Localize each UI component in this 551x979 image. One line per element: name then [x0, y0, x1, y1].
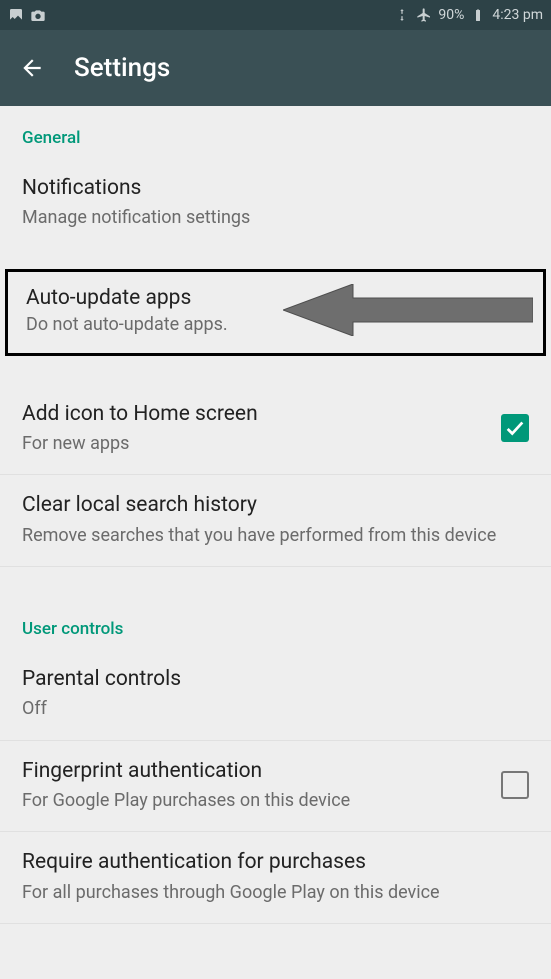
app-bar: Settings: [0, 30, 551, 106]
camera-icon: [30, 7, 46, 23]
row-title: Add icon to Home screen: [22, 400, 487, 428]
row-subtitle: For new apps: [22, 432, 487, 456]
row-subtitle: Manage notification settings: [22, 206, 529, 230]
status-bar: 90% 4:23 pm: [0, 0, 551, 30]
row-auto-update-apps[interactable]: Auto-update apps Do not auto-update apps…: [5, 269, 546, 356]
clock-time: 4:23 pm: [492, 7, 543, 23]
airplane-icon: [416, 7, 432, 23]
image-icon: [8, 7, 24, 23]
row-subtitle: For all purchases through Google Play on…: [22, 881, 529, 905]
row-add-icon-home-screen[interactable]: Add icon to Home screen For new apps: [0, 384, 551, 476]
row-parental-controls[interactable]: Parental controls Off: [0, 649, 551, 741]
row-subtitle: For Google Play purchases on this device: [22, 789, 487, 813]
row-title: Clear local search history: [22, 491, 529, 519]
battery-icon: [470, 7, 486, 23]
checkbox-add-icon[interactable]: [501, 414, 529, 442]
row-title: Parental controls: [22, 665, 529, 693]
row-fingerprint-authentication[interactable]: Fingerprint authentication For Google Pl…: [0, 741, 551, 833]
row-notifications[interactable]: Notifications Manage notification settin…: [0, 158, 551, 249]
checkbox-fingerprint[interactable]: [501, 771, 529, 799]
back-button[interactable]: [18, 54, 46, 82]
page-title: Settings: [74, 53, 170, 83]
settings-content: General Notifications Manage notificatio…: [0, 106, 551, 924]
row-subtitle: Remove searches that you have performed …: [22, 524, 529, 548]
row-clear-local-search-history[interactable]: Clear local search history Remove search…: [0, 475, 551, 567]
row-require-authentication[interactable]: Require authentication for purchases For…: [0, 832, 551, 924]
row-title: Require authentication for purchases: [22, 848, 529, 876]
row-subtitle: Off: [22, 697, 529, 721]
battery-percent: 90%: [438, 7, 464, 23]
section-header-general: General: [0, 106, 551, 158]
sync-icon: [394, 7, 410, 23]
row-title: Fingerprint authentication: [22, 757, 487, 785]
row-title: Notifications: [22, 174, 529, 202]
section-header-user-controls: User controls: [0, 597, 551, 649]
annotation-arrow-icon: [283, 284, 533, 340]
